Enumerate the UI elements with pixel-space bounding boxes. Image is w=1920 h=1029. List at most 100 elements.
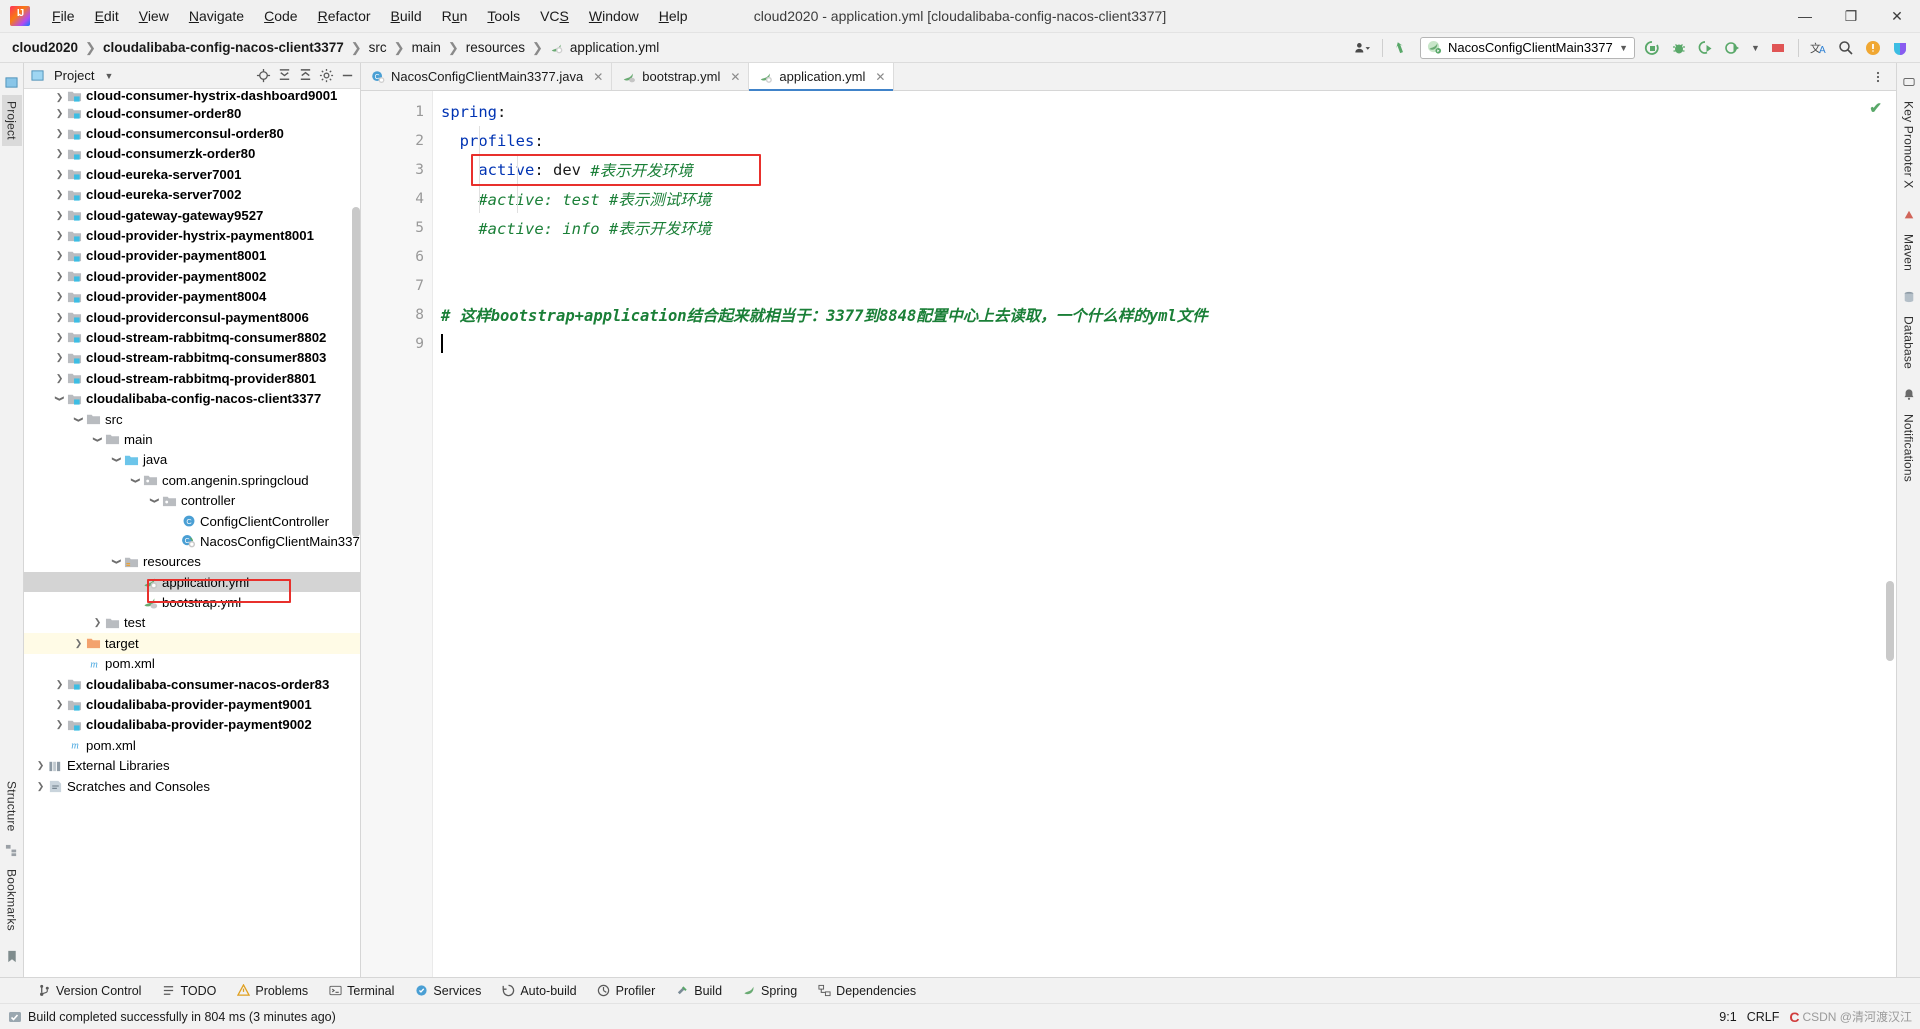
breadcrumb-item-src[interactable]: src — [365, 38, 391, 57]
chevron-down-icon[interactable]: ❱ — [73, 413, 84, 426]
breadcrumb-item-main[interactable]: main — [408, 38, 445, 57]
chevron-right-icon[interactable]: ❯ — [53, 312, 66, 323]
run-with-coverage-icon[interactable] — [1696, 38, 1716, 58]
chevron-right-icon[interactable]: ❯ — [53, 291, 66, 302]
tree-node[interactable]: ❯ cloud-provider-payment8001 — [24, 246, 360, 266]
tool-window-terminal[interactable]: Terminal — [319, 982, 403, 1000]
editor-scrollbar[interactable] — [1886, 581, 1894, 661]
code-line[interactable]: profiles: — [433, 126, 1896, 155]
tree-node[interactable]: ❱ main — [24, 429, 360, 449]
chevron-right-icon[interactable]: ❯ — [53, 699, 66, 710]
rail-button-key-promoter[interactable]: Key Promoter X — [1899, 95, 1919, 195]
run-configuration-selector[interactable]: NacosConfigClientMain3377 ▼ — [1420, 36, 1635, 59]
menu-edit[interactable]: Edit — [85, 4, 129, 28]
vcs-update-icon[interactable] — [1393, 38, 1413, 58]
tree-node[interactable]: m pom.xml — [24, 654, 360, 674]
line-separator[interactable]: CRLF — [1747, 1010, 1780, 1024]
code-line[interactable]: #active: info #表示开发环境 — [433, 213, 1896, 242]
rail-button-structure[interactable]: Structure — [2, 775, 22, 838]
tree-node[interactable]: ❯ cloud-stream-rabbitmq-provider8801 — [24, 368, 360, 388]
tree-node[interactable]: ❯ cloud-provider-hystrix-payment8001 — [24, 225, 360, 245]
rail-button-project[interactable]: Project — [1, 95, 22, 146]
locate-icon[interactable] — [254, 67, 272, 85]
chevron-right-icon[interactable]: ❯ — [53, 352, 66, 363]
code-line[interactable]: # 这样bootstrap+application结合起来就相当于：3377到8… — [433, 300, 1896, 329]
chevron-right-icon[interactable]: ❯ — [34, 781, 47, 792]
chevron-down-icon[interactable]: ▼ — [1619, 43, 1628, 53]
menu-vcs[interactable]: VCS — [530, 4, 579, 28]
chevron-right-icon[interactable]: ❯ — [53, 148, 66, 159]
tab-nacosconfigclientmain3377[interactable]: C NacosConfigClientMain3377.java ✕ — [361, 63, 613, 90]
tree-node[interactable]: ❯ cloud-consumerconsul-order80 — [24, 123, 360, 143]
chevron-right-icon[interactable]: ❯ — [53, 719, 66, 730]
menu-file[interactable]: File — [42, 4, 85, 28]
menu-view[interactable]: View — [129, 4, 179, 28]
tool-window-auto-build[interactable]: Auto-build — [492, 982, 585, 1000]
menu-build[interactable]: Build — [381, 4, 432, 28]
inspection-status-icon[interactable]: ✔ — [1869, 99, 1882, 117]
chevron-right-icon[interactable]: ❯ — [91, 617, 104, 628]
close-icon[interactable]: ✕ — [593, 70, 603, 84]
chevron-right-icon[interactable]: ❯ — [53, 189, 66, 200]
settings-gear-icon[interactable] — [317, 67, 335, 85]
tree-node[interactable]: ❯ cloud-eureka-server7001 — [24, 164, 360, 184]
tree-node[interactable]: ❯ test — [24, 613, 360, 633]
close-button[interactable]: ✕ — [1874, 0, 1920, 32]
chevron-down-icon[interactable]: ❱ — [92, 433, 103, 446]
code-line[interactable]: #active: test #表示测试环境 — [433, 184, 1896, 213]
menu-code[interactable]: Code — [254, 4, 307, 28]
tree-node[interactable]: ❯ cloudalibaba-provider-payment9001 — [24, 694, 360, 714]
expand-all-icon[interactable] — [275, 67, 293, 85]
code-line[interactable] — [433, 329, 1896, 358]
tree-node[interactable]: ❯ cloudalibaba-consumer-nacos-order83 — [24, 674, 360, 694]
caret-position[interactable]: 9:1 — [1719, 1010, 1736, 1024]
chevron-down-icon[interactable]: ▼ — [104, 71, 113, 81]
chevron-right-icon[interactable]: ❯ — [72, 638, 85, 649]
hide-icon[interactable] — [338, 67, 356, 85]
status-message[interactable]: Build completed successfully in 804 ms (… — [8, 1010, 336, 1024]
tree-node[interactable]: ❯ target — [24, 633, 360, 654]
chevron-down-icon[interactable]: ❱ — [111, 555, 122, 568]
menu-refactor[interactable]: Refactor — [308, 4, 381, 28]
chevron-right-icon[interactable]: ❯ — [34, 760, 47, 771]
tool-window-spring[interactable]: Spring — [733, 982, 806, 1000]
tree-node[interactable]: ❯ cloud-consumer-hystrix-dashboard9001 — [24, 91, 360, 103]
editor-gutter[interactable]: 12 3 4 5 6 7 8 9 — [361, 91, 446, 977]
tree-node[interactable]: ❯ cloud-providerconsul-payment8006 — [24, 307, 360, 327]
close-icon[interactable]: ✕ — [730, 70, 740, 84]
tool-window-todo[interactable]: TODO — [152, 982, 225, 1000]
tool-window-dependencies[interactable]: Dependencies — [808, 982, 925, 1000]
debug-icon[interactable] — [1669, 38, 1689, 58]
tree-node[interactable]: ❯ cloud-provider-payment8004 — [24, 287, 360, 307]
code-line[interactable]: spring: — [433, 97, 1896, 126]
tree-node[interactable]: ❯ Scratches and Consoles — [24, 776, 360, 796]
collapse-all-icon[interactable] — [296, 67, 314, 85]
rail-button-bookmarks[interactable]: Bookmarks — [2, 863, 22, 937]
chevron-down-icon[interactable]: ▼ — [1750, 38, 1761, 58]
updates-icon[interactable] — [1863, 38, 1883, 58]
tree-node[interactable]: ❱ src — [24, 409, 360, 429]
profile-run-icon[interactable] — [1642, 38, 1662, 58]
tree-node[interactable]: bootstrap.yml — [24, 592, 360, 612]
tree-node[interactable]: ❱ cloudalibaba-config-nacos-client3377 — [24, 388, 360, 408]
breadcrumb-item-file[interactable]: application.yml — [546, 38, 663, 57]
code-line[interactable] — [433, 242, 1896, 271]
tree-node[interactable]: C NacosConfigClientMain3377 — [24, 531, 360, 551]
tree-node[interactable]: ❱ resources — [24, 552, 360, 572]
chevron-right-icon[interactable]: ❯ — [53, 92, 66, 103]
tool-window-profiler[interactable]: Profiler — [588, 982, 665, 1000]
rail-button-notifications[interactable]: Notifications — [1899, 408, 1919, 488]
ide-icon[interactable] — [1890, 38, 1910, 58]
tree-node[interactable]: ❯ cloudalibaba-provider-payment9002 — [24, 715, 360, 735]
tab-application-yml[interactable]: application.yml ✕ — [749, 63, 895, 91]
minimize-button[interactable]: — — [1782, 0, 1828, 32]
chevron-right-icon[interactable]: ❯ — [53, 210, 66, 221]
tree-node[interactable]: ❯ cloud-consumer-order80 — [24, 103, 360, 123]
run-icon[interactable] — [1723, 38, 1743, 58]
breadcrumb-item-module[interactable]: cloudalibaba-config-nacos-client3377 — [99, 38, 348, 57]
chevron-right-icon[interactable]: ❯ — [53, 373, 66, 384]
rail-button-database[interactable]: Database — [1899, 310, 1919, 375]
tree-node[interactable]: ❯ cloud-gateway-gateway9527 — [24, 205, 360, 225]
chevron-down-icon[interactable]: ❱ — [54, 392, 65, 405]
breadcrumb-item-resources[interactable]: resources — [462, 38, 529, 57]
